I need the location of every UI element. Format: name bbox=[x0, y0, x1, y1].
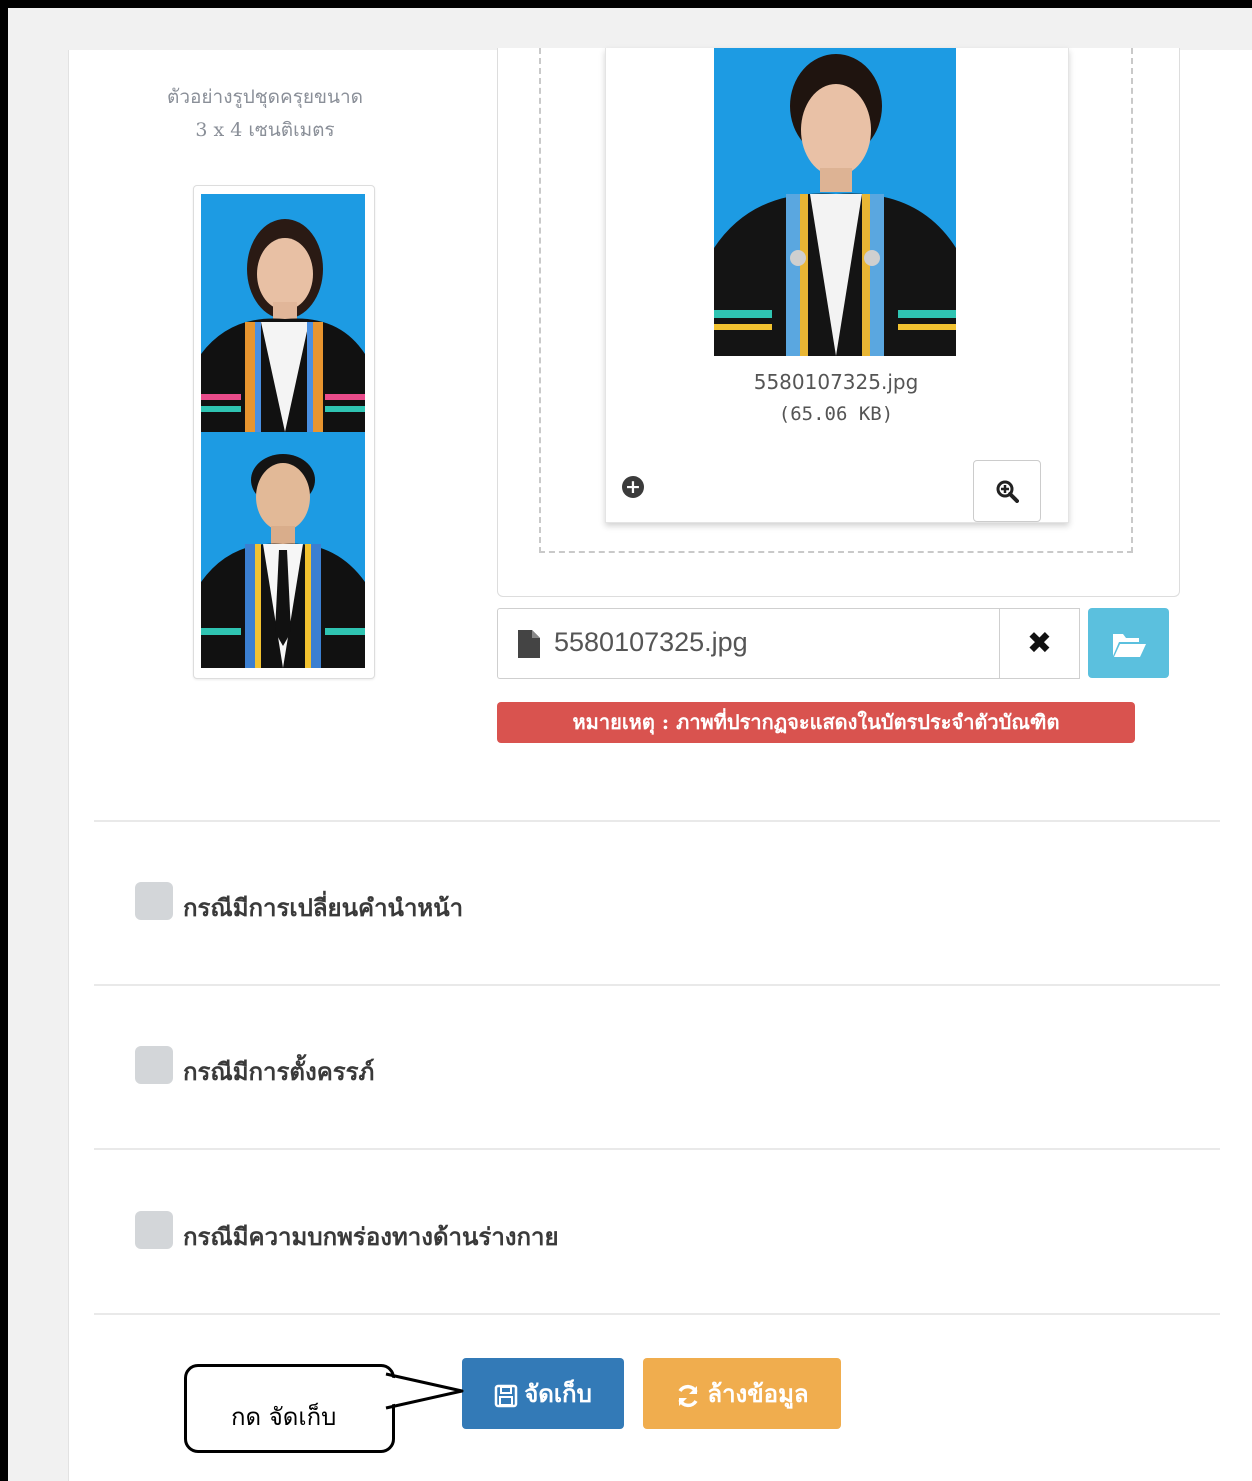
option-label: กรณีมีความบกพร่องทางด้านร่างกาย bbox=[183, 1222, 559, 1251]
instruction-callout: กด จัดเก็บ bbox=[184, 1364, 395, 1453]
zoom-preview-button[interactable] bbox=[973, 460, 1041, 522]
clear-button[interactable]: ล้างข้อมูล bbox=[643, 1358, 841, 1429]
floppy-disk-icon bbox=[494, 1384, 518, 1407]
plus-circle-icon[interactable]: + bbox=[622, 476, 644, 498]
preview-file-name: 5580107325.jpg bbox=[753, 370, 919, 394]
browse-file-button[interactable] bbox=[1088, 608, 1169, 678]
preview-file-size: (65.06 KB) bbox=[778, 403, 894, 425]
file-caption-input[interactable]: 5580107325.jpg bbox=[497, 608, 1000, 679]
callout-text: กด จัดเก็บ bbox=[231, 1403, 337, 1431]
checkbox[interactable] bbox=[135, 1046, 173, 1084]
option-label: กรณีมีการเปลี่ยนคำนำหน้า bbox=[183, 893, 464, 922]
option-label: กรณีมีการตั้งครรภ์ bbox=[183, 1057, 375, 1086]
file-caption-text: 5580107325.jpg bbox=[554, 627, 748, 657]
folder-open-icon bbox=[1113, 634, 1146, 657]
clear-button-label: ล้างข้อมูล bbox=[707, 1379, 809, 1408]
sample-caption-line1: ตัวอย่างรูปชุดครุยขนาด bbox=[166, 86, 364, 108]
section-divider bbox=[94, 1313, 1220, 1315]
save-button[interactable]: จัดเก็บ bbox=[462, 1358, 624, 1429]
refresh-icon bbox=[678, 1384, 698, 1407]
sample-photo-male bbox=[201, 432, 365, 668]
checkbox[interactable] bbox=[135, 882, 173, 920]
uploaded-photo bbox=[714, 48, 956, 356]
photo-note-label: หมายเหตุ : ภาพที่ปรากฏจะแสดงในบัตรประจำต… bbox=[497, 702, 1135, 743]
checkbox[interactable] bbox=[135, 1211, 173, 1249]
callout-pointer bbox=[384, 1372, 464, 1410]
save-button-label: จัดเก็บ bbox=[524, 1379, 592, 1408]
sample-caption-line2: 3 x 4 เซนติเมตร bbox=[195, 119, 335, 141]
sample-photo-female bbox=[201, 194, 365, 432]
file-icon bbox=[518, 630, 540, 658]
zoom-in-icon bbox=[996, 480, 1019, 503]
section-divider bbox=[94, 820, 1220, 822]
section-divider bbox=[94, 984, 1220, 986]
section-divider bbox=[94, 1148, 1220, 1150]
remove-file-button[interactable]: ✖ bbox=[999, 608, 1080, 679]
